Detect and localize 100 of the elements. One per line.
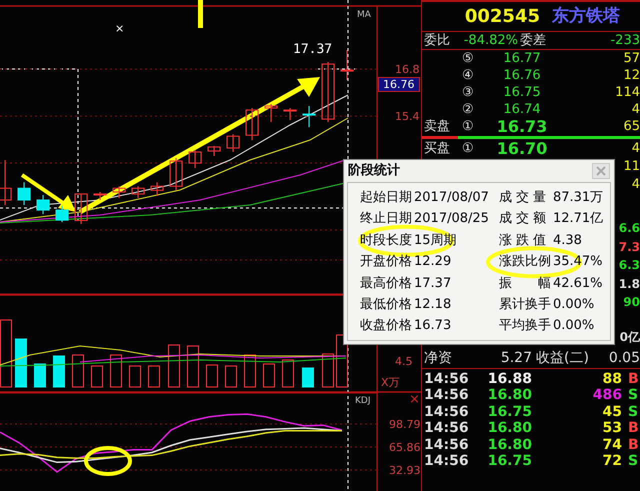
- candlestick: [264, 104, 278, 123]
- price-value: 16.74: [502, 103, 542, 116]
- stat-value: 2017/08/07: [414, 188, 489, 207]
- tick-volume: 45: [602, 402, 622, 422]
- stat-value: 12.18: [414, 296, 452, 314]
- volume-bar: [148, 366, 160, 388]
- candlestick: [208, 145, 220, 157]
- stat-value: 12.29: [414, 253, 452, 272]
- volume-bar: [187, 346, 199, 388]
- field-value: 6.3: [618, 259, 640, 274]
- indicator-axis-label: 32.93: [389, 464, 420, 477]
- candlestick: [112, 186, 126, 198]
- stock-code: 002545: [464, 5, 540, 29]
- field-value: 7.3: [618, 240, 640, 256]
- stat-label: 终止日期: [360, 210, 413, 228]
- dialog-title: 阶段统计: [348, 162, 400, 180]
- volume-bar: [302, 368, 314, 388]
- candlestick: [56, 206, 68, 223]
- price-value: 16.75: [502, 86, 542, 99]
- field-value: 6.6: [618, 222, 640, 237]
- price-axis-label: 15.4: [395, 110, 420, 124]
- price-value: 16.77: [502, 52, 542, 65]
- tick-price: 16.88: [486, 370, 532, 388]
- tick-price: 16.80: [486, 436, 532, 454]
- indicator-axis-label: 65.86: [389, 441, 420, 454]
- high-price-label: 17.37: [293, 43, 332, 56]
- volume-value: 4: [632, 142, 640, 155]
- stat-label: 涨 跌 值: [498, 232, 548, 250]
- stat-label: 成 交 额: [498, 210, 548, 228]
- stock-name: 东方铁塔: [552, 4, 620, 28]
- volume-value: 4: [632, 103, 640, 116]
- tick-time: 14:56: [423, 402, 470, 422]
- candlestick: [94, 191, 106, 200]
- volume-value: 114: [615, 86, 640, 99]
- volume-bar: [129, 366, 141, 388]
- candlestick: [0, 160, 12, 206]
- field-value: -84.82%: [462, 32, 518, 50]
- close-button[interactable]: [592, 163, 610, 179]
- stat-label: 最高价格: [360, 274, 413, 292]
- volume-bar: [0, 320, 12, 388]
- level-index: ②: [462, 103, 475, 116]
- volume-bar: [282, 360, 294, 388]
- volume-value: 65: [623, 120, 640, 133]
- tick-volume: 486: [592, 386, 622, 406]
- stat-value: 2017/08/25: [414, 210, 489, 228]
- volume-value: 11: [623, 158, 640, 176]
- field-label: 买盘: [423, 142, 451, 155]
- tick-time: 14:56: [423, 436, 470, 454]
- tick-side: B: [628, 370, 640, 388]
- highlight-circle: [84, 446, 132, 476]
- stat-label: 平均换手: [498, 317, 552, 336]
- tick-side: S: [628, 402, 640, 422]
- stat-value: 12.71亿: [552, 210, 604, 228]
- candlestick: [188, 150, 202, 169]
- volume-bar: [34, 364, 46, 388]
- field-value: 0.05: [608, 349, 640, 368]
- candlestick: [246, 108, 258, 141]
- tick-side: B: [628, 419, 640, 438]
- candlestick: [150, 182, 164, 196]
- tick-time: 14:56: [423, 452, 470, 472]
- volume-bar: [225, 366, 237, 388]
- stat-label: 成 交 量: [498, 188, 548, 207]
- candlestick: [36, 194, 50, 215]
- current-price-tag: 16.76: [378, 77, 420, 92]
- field-value: 0亿: [620, 330, 640, 346]
- tick-time: 14:56: [423, 386, 470, 406]
- field-label: 净资: [423, 349, 453, 368]
- indicator-axis-label: 98.79: [389, 418, 420, 431]
- candlestick: [340, 49, 354, 81]
- indicator-label: MA: [357, 11, 371, 20]
- candlestick: [322, 62, 334, 123]
- stat-label: 累计换手: [498, 296, 552, 314]
- volume-value: 4: [632, 176, 640, 194]
- volume-unit-label: X万: [381, 377, 400, 388]
- volume-bar: [91, 366, 103, 388]
- field-label: 卖盘: [423, 120, 451, 133]
- volume-bar: [322, 354, 334, 388]
- volume-bar: [244, 354, 256, 388]
- field-label: 委差: [520, 32, 546, 50]
- volume-bar: [168, 344, 180, 388]
- field-value: 90: [623, 296, 640, 311]
- volume-bar: [72, 354, 84, 388]
- close-icon: [596, 166, 606, 176]
- tick-volume: 72: [602, 452, 622, 472]
- candlestick: [170, 158, 182, 191]
- stat-label: 振 幅: [498, 274, 552, 292]
- volume-bar: [336, 334, 348, 388]
- tick-price: 16.75: [486, 452, 532, 472]
- field-value: -233: [610, 32, 640, 50]
- volume-value: 57: [623, 52, 640, 65]
- tick-side: S: [628, 452, 640, 472]
- level-index: ③: [462, 86, 475, 99]
- candlestick: [302, 106, 316, 128]
- candlestick: [226, 134, 240, 152]
- stat-value: 4.38: [552, 232, 582, 250]
- tick-volume: 53: [602, 419, 622, 438]
- volume-axis-label: 4.5: [395, 356, 412, 367]
- tick-volume: 74: [602, 436, 622, 454]
- field-value: 1.8: [618, 278, 640, 292]
- stat-value: 42.61%: [552, 274, 603, 292]
